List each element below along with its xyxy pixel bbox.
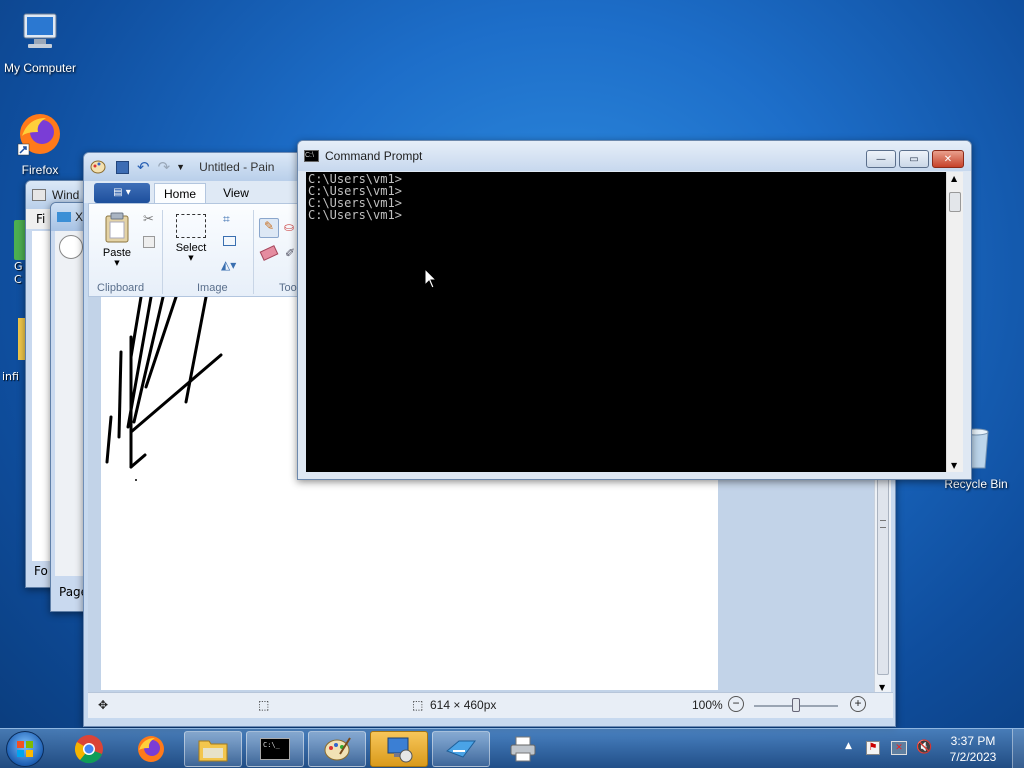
console-line: C:\Users\vm1> bbox=[308, 172, 402, 186]
group-label-image: Image bbox=[197, 282, 228, 294]
tab-view[interactable]: View bbox=[214, 183, 258, 203]
copy-icon[interactable] bbox=[143, 236, 155, 248]
desktop-icon-label: My Computer bbox=[3, 61, 77, 75]
scroll-down-arrow-icon[interactable]: ▼ bbox=[951, 461, 957, 470]
show-desktop-button[interactable] bbox=[1012, 729, 1024, 768]
taskbar-printer[interactable] bbox=[494, 731, 552, 767]
eraser-tool-icon[interactable] bbox=[259, 245, 279, 261]
paint-window-title: Untitled - Pain bbox=[199, 160, 275, 174]
taskbar-firefox[interactable] bbox=[122, 731, 180, 767]
minimize-button[interactable]: — bbox=[866, 150, 896, 168]
paint-menu-button[interactable]: ▤ ▾ bbox=[94, 183, 150, 203]
volume-muted-icon[interactable]: 🔇 bbox=[916, 740, 932, 755]
remote-desktop-icon bbox=[387, 737, 413, 763]
desktop-icon-firefox[interactable]: Firefox bbox=[0, 110, 80, 177]
folder-icon bbox=[198, 740, 228, 762]
show-hidden-icons-button[interactable]: ▲ bbox=[845, 741, 852, 751]
group-label-tools: Too bbox=[279, 282, 297, 294]
fill-tool-icon[interactable]: ⛀ bbox=[284, 220, 294, 234]
save-icon[interactable] bbox=[116, 160, 129, 174]
zoom-out-button[interactable]: − bbox=[728, 696, 744, 712]
select-label: Select bbox=[175, 242, 207, 254]
taskbar-remote-desktop[interactable] bbox=[370, 731, 428, 767]
redo-icon[interactable]: ↷ bbox=[158, 158, 171, 176]
zoom-in-button[interactable]: + bbox=[850, 696, 866, 712]
ribbon-divider bbox=[162, 210, 163, 294]
zoom-level: 100% bbox=[692, 698, 723, 712]
crop-icon[interactable]: ⌗ bbox=[223, 212, 230, 227]
resize-icon[interactable] bbox=[223, 236, 236, 246]
ribbon-divider bbox=[253, 210, 254, 294]
firefox-icon bbox=[138, 736, 164, 762]
cmd-app-icon: C:\ bbox=[304, 150, 319, 162]
selection-size-icon: ⬚ bbox=[258, 698, 270, 712]
scrollbar-thumb[interactable] bbox=[949, 192, 961, 212]
cmd-vertical-scrollbar[interactable]: ▲ ▼ bbox=[946, 172, 963, 472]
cmd-console[interactable]: C:\Users\vm1> C:\Users\vm1> C:\Users\vm1… bbox=[306, 172, 946, 472]
computer-icon bbox=[23, 13, 57, 48]
paint-status-bar: ✥ ⬚ ⬚ 614 × 460px 100% − + bbox=[88, 692, 893, 718]
move-cursor-icon: ✥ bbox=[98, 698, 109, 712]
clock-time: 3:37 PM bbox=[950, 734, 996, 748]
desktop-icon-my-computer[interactable]: My Computer bbox=[0, 8, 80, 75]
tab-home[interactable]: Home bbox=[154, 183, 206, 205]
canvas-size-readout: 614 × 460px bbox=[430, 698, 497, 712]
window-status: Fo bbox=[34, 564, 48, 578]
taskbar-xps-viewer[interactable] bbox=[432, 731, 490, 767]
group-label-clipboard: Clipboard bbox=[97, 282, 145, 294]
undo-icon[interactable]: ↶ bbox=[137, 158, 150, 176]
paint-app-icon bbox=[90, 160, 106, 174]
firefox-icon bbox=[17, 114, 60, 156]
paste-button[interactable]: Paste ▼ bbox=[99, 212, 135, 270]
taskbar: C:\_ ▲ ⚑ ✕ 🔇 3:37 PM 7/2/2023 bbox=[0, 728, 1024, 768]
taskbar-chrome[interactable] bbox=[60, 731, 118, 767]
zoom-slider-thumb[interactable] bbox=[792, 698, 800, 712]
search-circle-icon bbox=[59, 235, 83, 259]
clock[interactable]: 3:37 PM 7/2/2023 bbox=[940, 734, 1006, 764]
scroll-down-arrow-icon[interactable]: ▼ bbox=[879, 683, 885, 692]
select-button[interactable]: Select ▼ bbox=[171, 212, 211, 272]
chrome-icon bbox=[74, 735, 103, 764]
rotate-icon[interactable]: ◭▾ bbox=[221, 258, 236, 272]
quick-access-dropdown-icon[interactable]: ▼ bbox=[176, 162, 185, 172]
canvas-size-icon: ⬚ bbox=[412, 698, 424, 712]
close-button[interactable]: ✕ bbox=[932, 150, 964, 168]
command-prompt-window[interactable]: C:\ Command Prompt — ▭ ✕ C:\Users\vm1> C… bbox=[297, 140, 972, 480]
paint-palette-icon bbox=[324, 737, 351, 761]
maximize-button[interactable]: ▭ bbox=[899, 150, 929, 168]
clock-date: 7/2/2023 bbox=[949, 750, 997, 764]
pencil-tool-button[interactable]: ✎ bbox=[259, 218, 279, 238]
console-line: C:\Users\vm1> bbox=[308, 184, 402, 198]
window-title: Wind bbox=[52, 188, 80, 202]
select-rectangle-icon bbox=[176, 214, 206, 238]
scrollbar-grip bbox=[880, 520, 886, 528]
clipboard-icon bbox=[105, 212, 129, 243]
chevron-down-icon: ▼ bbox=[188, 254, 194, 262]
app-icon bbox=[32, 189, 46, 201]
console-line: C:\Users\vm1> bbox=[308, 208, 402, 222]
network-icon[interactable]: ✕ bbox=[891, 741, 907, 755]
cmd-window-title: Command Prompt bbox=[325, 149, 423, 163]
start-button[interactable] bbox=[6, 731, 44, 767]
desktop-icon-label: Firefox bbox=[21, 163, 59, 177]
color-picker-icon[interactable]: ✐ bbox=[285, 246, 295, 260]
taskbar-explorer[interactable] bbox=[184, 731, 242, 767]
chevron-down-icon: ▼ bbox=[114, 259, 120, 267]
taskbar-paint[interactable] bbox=[308, 731, 366, 767]
printer-icon bbox=[510, 736, 536, 762]
mouse-cursor-icon bbox=[424, 268, 438, 289]
windows-logo-icon bbox=[17, 741, 33, 757]
action-center-flag-icon[interactable]: ⚑ bbox=[866, 741, 880, 755]
xps-icon bbox=[57, 212, 71, 222]
window-title: X bbox=[75, 210, 84, 224]
paste-label: Paste bbox=[102, 247, 132, 259]
menu-item-file[interactable]: Fi bbox=[36, 212, 45, 226]
scroll-up-arrow-icon[interactable]: ▲ bbox=[951, 174, 957, 183]
taskbar-cmd[interactable]: C:\_ bbox=[246, 731, 304, 767]
xps-viewer-icon bbox=[446, 740, 476, 758]
cut-icon[interactable]: ✂ bbox=[143, 212, 154, 227]
cmd-icon: C:\_ bbox=[260, 738, 290, 760]
console-line: C:\Users\vm1> bbox=[308, 196, 402, 210]
